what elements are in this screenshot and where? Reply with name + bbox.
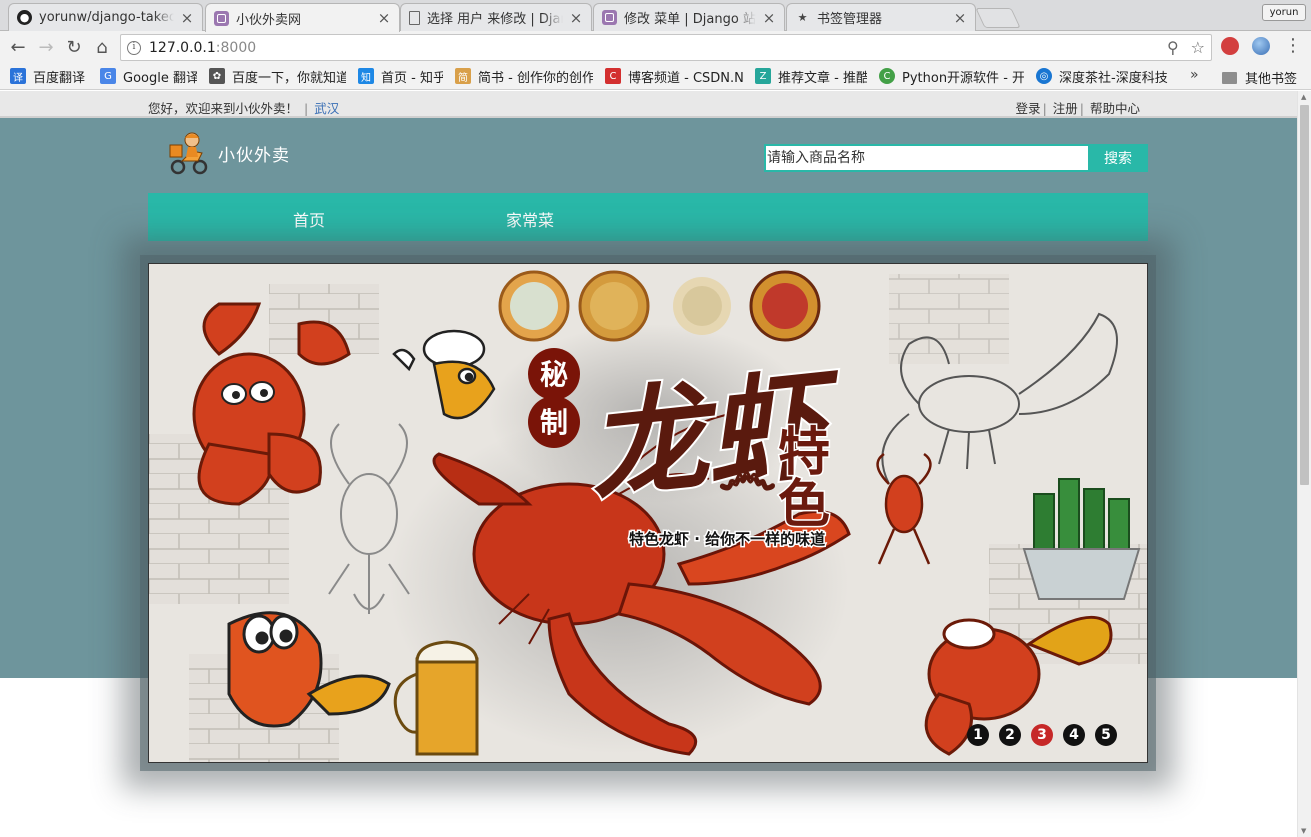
scroll-up-arrow-icon[interactable]: ▲ [1301,93,1306,101]
tuicool-icon: Z [755,68,771,84]
star-icon: ★ [797,11,808,24]
carousel-dot-5[interactable]: 5 [1095,724,1117,746]
bookmark-deepin[interactable]: ◎ 深度茶社-深度科技 [1036,67,1186,86]
bookmarks-bar: 译百度翻译 G Google 翻译 ✿ 百度一下，你就知道 知首页 - 知乎 简简书… [0,63,1311,90]
nav-item-home[interactable]: 首页 [293,207,325,231]
tab-title: 书签管理器 [817,12,883,27]
stamp-char-2: 制 [540,406,568,439]
search-input[interactable] [764,144,1088,172]
bookmark-star-icon[interactable]: ☆ [1191,38,1205,57]
back-arrow-icon[interactable]: ← [4,33,32,61]
login-link[interactable]: 登录 [1016,101,1041,116]
baidu-translate-icon: 译 [10,68,26,84]
page-viewport: 您好，欢迎来到小伙外卖！ | 武汉 登录| 注册| 帮助中心 小伙外卖 搜 [0,91,1297,837]
bookmark-baidu-translate[interactable]: 译百度翻译 [10,67,88,86]
close-tab-icon[interactable]: × [377,9,391,27]
document-icon [409,10,420,25]
tab-edit-menu[interactable]: 修改 菜单 | Django 站点 × [593,3,785,31]
register-link[interactable]: 注册 [1053,101,1078,116]
bookmarks-overflow-chevron-icon[interactable]: » [1190,67,1199,83]
chrome-menu-icon[interactable]: ⋮ [1284,37,1302,55]
account-links: 登录 | 注册 | 帮助中心 [1015,101,1140,116]
bookmark-baidu[interactable]: ✿ 百度一下，你就知道 [209,67,346,86]
browser-toolbar: ← → ↻ ⌂ i 127.0.0.1:8000 ⚲ ☆ ⋮ [0,31,1311,63]
nav-item-home-cooking[interactable]: 家常菜 [506,207,554,231]
carousel-indicators: 1 2 3 4 5 [967,724,1117,746]
baidu-paw-icon: ✿ [209,68,225,84]
tab-title: 修改 菜单 | Django 站点 [624,12,756,27]
zhihu-icon: 知 [358,68,374,84]
browser-tab-strip: ● yorunw/django-takeo × 小伙外卖网 × 选择 用户 来修… [0,0,1311,32]
help-center-link[interactable]: 帮助中心 [1090,101,1140,116]
google-translate-icon: G [100,68,116,84]
tab-title: yorunw/django-takeo [39,10,174,25]
profile-button[interactable]: yorun [1262,4,1306,21]
page-scrollbar[interactable]: ▲ ▼ [1297,91,1311,837]
new-tab-button[interactable] [975,8,1021,28]
jianshu-icon: 简 [455,68,471,84]
main-nav: 首页 家常菜 [148,193,1148,241]
info-icon[interactable]: i [127,40,141,55]
deepin-icon: ◎ [1036,68,1052,84]
tab-select-user[interactable]: 选择 用户 来修改 | Djan × [400,3,592,31]
reload-icon[interactable]: ↻ [60,33,88,61]
city-selector[interactable]: 武汉 [314,101,339,116]
tab-title: 小伙外卖网 [236,12,302,28]
csdn-icon: C [605,68,621,84]
bookmark-jianshu[interactable]: 简简书 - 创作你的创作 [455,67,593,86]
bookmark-csdn[interactable]: C博客频道 - CSDN.NET [605,67,743,86]
carousel-dot-2[interactable]: 2 [999,724,1021,746]
banner-side-text: 特色 [769,424,830,528]
tab-github[interactable]: ● yorunw/django-takeo × [8,3,203,31]
bookmark-zhihu[interactable]: 知首页 - 知乎 [358,67,443,86]
folder-icon [1222,71,1237,84]
address-url[interactable]: 127.0.0.1:8000 [149,40,256,56]
banner-slogan: 特色龙虾 · 给你不一样的味道 [629,530,825,548]
address-bar[interactable]: i 127.0.0.1:8000 ⚲ ☆ [120,34,1212,61]
bookmark-oschina[interactable]: C Python开源软件 - 开 [879,67,1024,86]
close-tab-icon[interactable]: × [953,9,967,27]
key-icon[interactable]: ⚲ [1167,38,1179,57]
cloud-ornament-icon: ෴ [719,439,776,509]
django-admin-icon [214,10,229,26]
carousel-dot-4[interactable]: 4 [1063,724,1085,746]
home-icon[interactable]: ⌂ [88,33,116,61]
tab-xiaohuo-waimai[interactable]: 小伙外卖网 × [205,3,400,32]
tab-bookmark-manager[interactable]: ★ 书签管理器 × [786,3,976,31]
crayfish-banner-image: 秘 制 龙虾 特色 ෴ 特色龙虾 · 给你不一样的味道 [149,264,1147,762]
carousel-dot-3[interactable]: 3 [1031,724,1053,746]
tab-title: 选择 用户 来修改 | Djan [427,12,563,27]
site-logo[interactable]: 小伙外卖 [168,131,290,175]
carousel-dot-1[interactable]: 1 [967,724,989,746]
delivery-rider-icon [168,131,210,175]
other-bookmarks[interactable]: 其他书签 [1222,68,1297,87]
site-name: 小伙外卖 [218,145,290,166]
welcome-message: 您好，欢迎来到小伙外卖！ | 武汉 [148,101,340,116]
scroll-down-arrow-icon[interactable]: ▼ [1301,827,1306,835]
search-button[interactable]: 搜索 [1088,144,1148,172]
django-admin-icon [602,10,617,25]
bookmark-google-translate[interactable]: G Google 翻译 [100,67,197,86]
bookmark-tuicool[interactable]: Z 推荐文章 - 推酷 [755,67,867,86]
close-tab-icon[interactable]: × [180,9,194,27]
extension-red-icon[interactable] [1221,37,1239,55]
github-icon: ● [17,10,32,25]
search-form: 搜索 [764,144,1148,172]
scrollbar-thumb[interactable] [1300,105,1309,485]
banner-carousel: 秘 制 龙虾 特色 ෴ 特色龙虾 · 给你不一样的味道 1 2 3 4 5 [148,263,1148,763]
oschina-icon: C [879,68,895,84]
site-top-bar: 您好，欢迎来到小伙外卖！ | 武汉 登录 | 注册 | 帮助中心 [0,91,1297,118]
extension-globe-icon[interactable] [1252,37,1270,55]
close-tab-icon[interactable]: × [569,9,583,27]
forward-arrow-icon[interactable]: → [32,33,60,61]
stamp-char-1: 秘 [540,358,568,391]
banner-slide[interactable]: 秘 制 龙虾 特色 ෴ 特色龙虾 · 给你不一样的味道 1 2 3 4 5 [148,263,1148,763]
close-tab-icon[interactable]: × [762,9,776,27]
